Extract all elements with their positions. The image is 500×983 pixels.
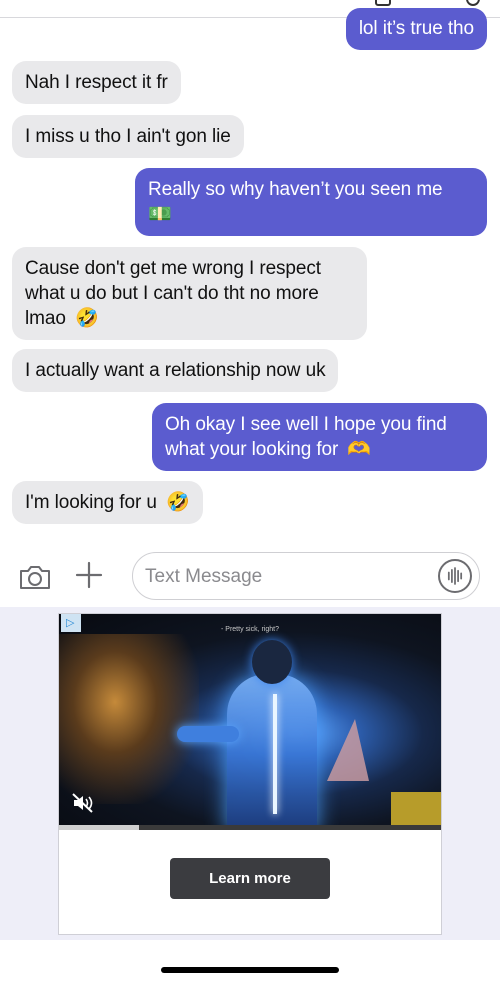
- voice-waveform-icon[interactable]: [438, 559, 472, 593]
- ad-card[interactable]: - Pretty sick, right? ▷ Learn more: [58, 613, 442, 935]
- speaker-muted-icon[interactable]: [71, 792, 95, 814]
- video-call-icon[interactable]: [375, 0, 391, 6]
- input-placeholder: Text Message: [145, 566, 263, 587]
- laughing-emoji-icon: 🤣: [166, 492, 190, 513]
- ad-banner: - Pretty sick, right? ▷ Learn more: [0, 607, 500, 940]
- heart-hands-emoji-icon: 🫶: [347, 439, 371, 460]
- video-progress-bar[interactable]: [59, 825, 441, 830]
- video-light-stripe: [273, 694, 277, 814]
- message-text: I actually want a relationship now uk: [25, 360, 326, 381]
- ad-video[interactable]: - Pretty sick, right? ▷: [59, 614, 441, 830]
- message-text: Oh okay I see well I hope you find what …: [165, 414, 447, 460]
- message-text: I'm looking for u: [25, 492, 157, 513]
- message-outgoing[interactable]: Really so why haven’t you seen me 💵: [135, 168, 487, 236]
- laughing-emoji-icon: 🤣: [74, 308, 99, 329]
- ad-caption: - Pretty sick, right?: [221, 626, 279, 633]
- message-incoming[interactable]: I'm looking for u 🤣: [12, 481, 203, 524]
- money-emoji-icon: 💵: [148, 204, 172, 225]
- message-incoming[interactable]: I actually want a relationship now uk: [12, 349, 339, 392]
- video-figure: [227, 674, 317, 830]
- message-text: I miss u tho I ain't gon lie: [25, 126, 231, 147]
- message-incoming[interactable]: Cause don't get me wrong I respect what …: [12, 247, 367, 340]
- message-incoming[interactable]: I miss u tho I ain't gon lie: [12, 115, 244, 158]
- video-figure-arm: [177, 726, 239, 742]
- info-icon[interactable]: [466, 0, 480, 6]
- message-outgoing[interactable]: Oh okay I see well I hope you find what …: [152, 403, 487, 471]
- message-composer: Text Message: [0, 545, 500, 607]
- message-text: Cause don't get me wrong I respect what …: [25, 258, 321, 329]
- plus-icon[interactable]: [74, 560, 104, 590]
- video-prism: [327, 719, 369, 781]
- learn-more-button[interactable]: Learn more: [170, 858, 330, 899]
- message-outgoing[interactable]: lol it’s true tho: [345, 8, 487, 50]
- video-background-light: [59, 634, 199, 804]
- message-text: lol it’s true tho: [358, 18, 474, 39]
- message-text: Really so why haven’t you seen me: [148, 179, 443, 200]
- video-figure-head: [252, 640, 292, 684]
- video-progress-fill: [59, 825, 140, 830]
- camera-icon[interactable]: [18, 563, 52, 591]
- text-message-input[interactable]: Text Message: [132, 552, 480, 600]
- home-indicator[interactable]: [161, 967, 339, 973]
- message-text: Nah I respect it fr: [25, 72, 168, 93]
- ad-choices-icon[interactable]: ▷: [61, 614, 81, 632]
- message-incoming[interactable]: Nah I respect it fr: [12, 61, 181, 104]
